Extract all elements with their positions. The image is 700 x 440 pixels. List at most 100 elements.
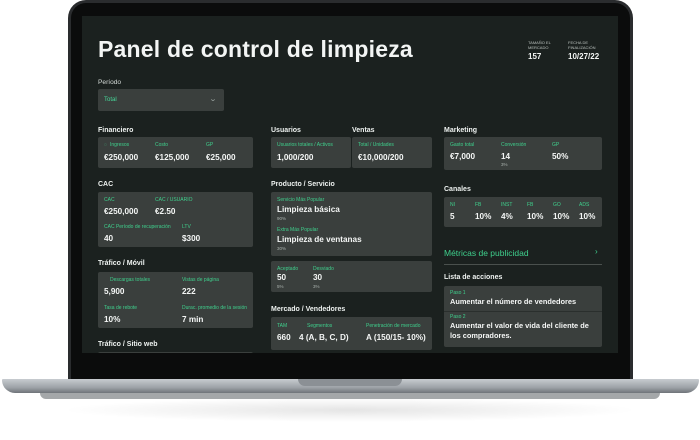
market-size-label: TAMAÑO EL MERCADO xyxy=(528,40,551,50)
usuarios-card: Usuarios totales / Activos 1,000/200 xyxy=(271,137,351,168)
acciones-card: Paso 1 Aumentar el número de vendedores … xyxy=(444,286,602,347)
descargas-value: 5,900 xyxy=(104,287,125,296)
section-trafico-movil: Tráfico / Móvil xyxy=(98,260,145,267)
costo-value: €125,000 xyxy=(155,153,190,162)
section-marketing: Marketing xyxy=(444,127,478,134)
canal-label: NI xyxy=(450,202,455,208)
conversion-sub: 3% xyxy=(501,162,508,167)
desviado-value: 30 xyxy=(313,273,323,282)
ingresos-value: €250,000 xyxy=(104,153,139,162)
aceptado-label: Aceptado xyxy=(277,266,299,272)
dashboard-screen: Panel de control de limpieza TAMAÑO EL M… xyxy=(82,16,618,353)
section-mercado: Mercado / Vendedores xyxy=(271,306,346,313)
section-producto: Producto / Servicio xyxy=(271,181,335,188)
section-usuarios: Usuarios xyxy=(271,127,301,134)
gp-label: GP xyxy=(206,142,214,148)
step1-value: Aumentar el número de vendedores xyxy=(450,297,577,306)
section-ventas: Ventas xyxy=(352,127,375,134)
section-cac: CAC xyxy=(98,181,114,188)
recuperacion-value: 40 xyxy=(104,234,114,243)
period-select[interactable]: Total ⌄ xyxy=(98,89,224,111)
duracion-value: 7 min xyxy=(182,315,204,324)
trafico-movil-card: Descargas totales 5,900 Vistas de página… xyxy=(98,272,253,328)
divider xyxy=(444,264,602,265)
cac-label: CAC xyxy=(104,197,115,203)
desviado-sub: 3% xyxy=(313,284,320,289)
canal-label: INST xyxy=(501,202,513,208)
ltv-label: LTV xyxy=(182,224,191,230)
chevron-right-icon[interactable]: › xyxy=(595,247,598,256)
canal-value: 4% xyxy=(501,212,513,221)
canal-label: GO xyxy=(553,202,561,208)
canal-value: 10% xyxy=(579,212,596,221)
segmentos-value: 4 (A, B, C, D) xyxy=(299,333,349,342)
canal-label: FB xyxy=(527,202,534,208)
ventas-value: €10,000/200 xyxy=(358,153,404,162)
canal-value: 10% xyxy=(553,212,570,221)
step1-label: Paso 1 xyxy=(450,290,466,296)
canal-label: ADS xyxy=(579,202,590,208)
servicio-popular-sub: 90% xyxy=(277,216,287,221)
usuarios-value: 1,000/200 xyxy=(277,153,314,162)
period-select-value: Total xyxy=(104,97,117,103)
tam-label: TAM xyxy=(277,323,288,329)
laptop-mockup: Panel de control de limpieza TAMAÑO EL M… xyxy=(0,0,700,440)
aceptado-card: Aceptado 50 5% Desviado 30 3% xyxy=(271,261,432,292)
extra-popular-value: Limpieza de ventanas xyxy=(277,235,362,244)
tam-value: 660 xyxy=(277,333,291,342)
aceptado-sub: 5% xyxy=(277,284,284,289)
penetracion-value: A (150/15- 10%) xyxy=(366,333,426,342)
canal-value: 10% xyxy=(475,212,492,221)
recuperacion-label: CAC Período de recuperación xyxy=(104,224,171,230)
period-label: Período xyxy=(98,79,122,86)
canal-label: FB xyxy=(475,202,482,208)
step2-value: Aumentar el valor de vida del cliente de… xyxy=(450,321,589,340)
segmentos-label: Segmentos xyxy=(307,323,333,329)
chevron-down-icon: ⌄ xyxy=(208,96,218,103)
servicio-popular-label: Servicio Más Popular xyxy=(277,197,325,203)
step2-label: Paso 2 xyxy=(450,314,466,320)
rebote-value: 10% xyxy=(104,315,121,324)
section-trafico-web: Tráfico / Sitio web xyxy=(98,341,158,348)
financiero-card: ◌ Ingresos €250,000 Costo €125,000 GP €2… xyxy=(98,137,253,168)
trafico-web-card xyxy=(98,352,253,353)
ventas-card: Total / Unidades €10,000/200 xyxy=(352,137,432,168)
laptop-notch xyxy=(298,379,402,386)
metricas-publicidad-link[interactable]: Métricas de publicidad xyxy=(444,248,529,258)
vistas-label: Vistas de página xyxy=(182,277,219,283)
cac-usuario-label: CAC / USUARIO xyxy=(155,197,193,203)
penetracion-label: Penetración de mercado xyxy=(366,323,421,329)
mercado-card: TAM 660 Segmentos 4 (A, B, C, D) Penetra… xyxy=(271,317,432,350)
conversion-label: Conversión xyxy=(501,142,527,148)
extra-popular-sub: 30% xyxy=(277,246,287,251)
market-size-value: 157 xyxy=(528,52,542,61)
end-date-label: FECHA DE FINALIZACIÓN xyxy=(568,40,596,50)
rebote-label: Tasa de rebote xyxy=(104,305,138,311)
ventas-label: Total / Unidades xyxy=(358,142,394,148)
descargas-label: Descargas totales xyxy=(110,277,151,283)
duracion-label: Durac. promedio de la sesión xyxy=(182,305,248,311)
canal-value: 10% xyxy=(527,212,544,221)
section-financiero: Financiero xyxy=(98,127,134,134)
section-canales: Canales xyxy=(444,186,471,193)
floor-shadow xyxy=(60,398,640,422)
gasto-value: €7,000 xyxy=(450,152,476,161)
conversion-value: 14 xyxy=(501,152,511,161)
cac-usuario-value: €2.50 xyxy=(155,207,176,216)
cac-value: €250,000 xyxy=(104,207,139,216)
canales-card: NI 5 FB 10% INST 4% FB 10% GO 10% ADS 10… xyxy=(444,197,602,227)
end-date-value: 10/27/22 xyxy=(568,52,600,61)
page-title: Panel de control de limpieza xyxy=(98,36,413,62)
gasto-label: Gasto total xyxy=(450,142,475,148)
servicio-popular-value: Limpieza básica xyxy=(277,205,340,214)
vistas-value: 222 xyxy=(182,287,196,296)
producto-card: Servicio Más Popular Limpieza básica 90%… xyxy=(271,192,432,256)
cac-card: CAC €250,000 CAC / USUARIO €2.50 CAC Per… xyxy=(98,192,253,247)
canal-value: 5 xyxy=(450,212,455,221)
aceptado-value: 50 xyxy=(277,273,287,282)
marketing-gp-label: GP xyxy=(552,142,560,148)
marketing-gp-value: 50% xyxy=(552,152,569,161)
desviado-label: Desviado xyxy=(313,266,334,272)
costo-label: Costo xyxy=(155,142,169,148)
marketing-card: Gasto total €7,000 Conversión 14 3% GP 5… xyxy=(444,137,602,170)
